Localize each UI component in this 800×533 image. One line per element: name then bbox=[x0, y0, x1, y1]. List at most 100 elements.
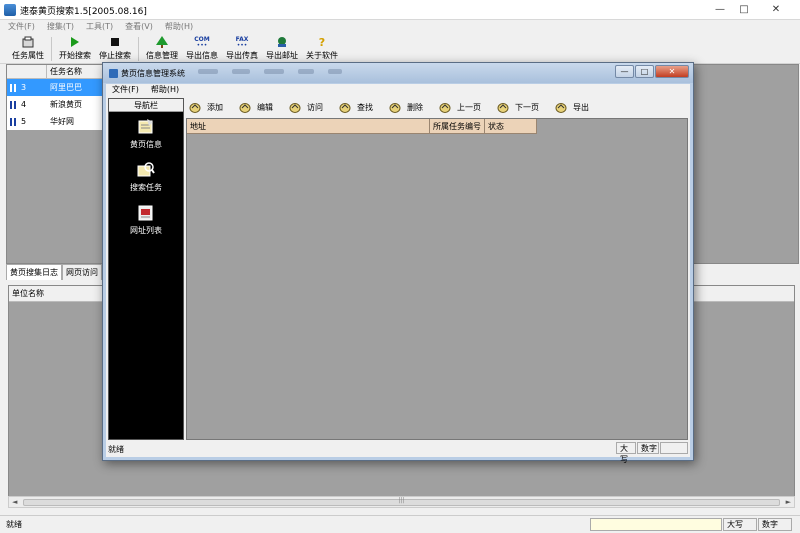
task-properties-button[interactable]: 任务属性 bbox=[8, 34, 48, 64]
status-column[interactable]: 状态 bbox=[485, 119, 537, 134]
add-button[interactable]: 添加 bbox=[188, 101, 223, 113]
dialog-minimize-button[interactable]: — bbox=[615, 65, 634, 78]
visit-icon bbox=[288, 101, 301, 113]
nav-item-search-task[interactable]: 搜索任务 bbox=[109, 161, 183, 198]
export-email-button[interactable]: 导出邮址 bbox=[262, 34, 302, 64]
minimize-button[interactable]: — bbox=[708, 0, 732, 18]
tab-web-access[interactable]: 网页访问 bbox=[62, 264, 102, 280]
yellow-pages-icon bbox=[137, 118, 155, 136]
search-task-icon bbox=[137, 161, 155, 179]
dialog-title-bar[interactable]: 黄页信息管理系统 — □ ✕ bbox=[103, 63, 693, 83]
find-icon bbox=[338, 101, 351, 113]
task-id-column[interactable]: 所属任务编号 bbox=[430, 119, 485, 134]
about-software-button[interactable]: ? 关于软件 bbox=[302, 34, 342, 64]
export-email-icon bbox=[276, 36, 288, 48]
task-table: 任务名称 3 阿里巴巴 4 新浪黄页 5 华好网 bbox=[7, 65, 105, 130]
status-panel-blank bbox=[590, 518, 722, 531]
start-search-button[interactable]: 开始搜索 bbox=[55, 34, 95, 64]
toolbar-separator bbox=[138, 37, 139, 61]
export-com-icon: COM ••• bbox=[194, 35, 210, 49]
main-window-title-bar[interactable]: 速泰黄页搜索1.5[2005.08.16] — □ ✕ bbox=[0, 0, 800, 20]
dialog-toolbar: 添加 编辑 访问 查找 删除 上一页 下一页 导出 bbox=[186, 98, 690, 116]
toolbar-separator bbox=[51, 37, 52, 61]
dialog-menu-help[interactable]: 帮助(H) bbox=[151, 84, 179, 96]
dialog-status-text: 就绪 bbox=[108, 445, 124, 454]
task-row[interactable]: 5 华好网 bbox=[7, 113, 105, 130]
pause-icon bbox=[10, 83, 16, 92]
menu-help[interactable]: 帮助(H) bbox=[165, 20, 193, 34]
edit-icon bbox=[238, 101, 251, 113]
menu-bar: 文件(F) 搜集(T) 工具(T) 查看(V) 帮助(H) bbox=[0, 20, 800, 34]
log-tab-strip: 黄页搜集日志 网页访问 bbox=[6, 264, 102, 280]
menu-tools[interactable]: 工具(T) bbox=[86, 20, 113, 34]
edit-button[interactable]: 编辑 bbox=[238, 101, 273, 113]
task-name: 阿里巴巴 bbox=[50, 83, 82, 92]
url-list-icon bbox=[137, 204, 155, 222]
scroll-right-icon[interactable]: ► bbox=[786, 498, 791, 506]
scrollbar-thumb[interactable] bbox=[23, 499, 780, 506]
blurred-title-text bbox=[198, 69, 368, 77]
tree-icon bbox=[156, 36, 168, 48]
dialog-app-icon bbox=[109, 69, 118, 78]
delete-button[interactable]: 删除 bbox=[388, 101, 423, 113]
export-button[interactable]: 导出 bbox=[554, 101, 589, 113]
export-fax-button[interactable]: FAX ••• 导出传真 bbox=[222, 34, 262, 64]
address-column[interactable]: 地址 bbox=[187, 119, 430, 134]
tab-yellow-pages-log[interactable]: 黄页搜集日志 bbox=[6, 264, 62, 280]
nav-item-yellow-pages[interactable]: 黄页信息 bbox=[109, 118, 183, 155]
stop-search-button[interactable]: 停止搜索 bbox=[95, 34, 135, 64]
dialog-close-button[interactable]: ✕ bbox=[655, 65, 689, 78]
next-page-icon bbox=[496, 101, 509, 113]
navigation-panel: 导航栏 黄页信息 搜索任务 网址列表 bbox=[108, 98, 184, 440]
task-row[interactable]: 4 新浪黄页 bbox=[7, 96, 105, 113]
info-management-dialog: 黄页信息管理系统 — □ ✕ 文件(F) 帮助(H) 导航栏 黄页信息 搜索任务… bbox=[102, 62, 694, 464]
prev-page-icon bbox=[438, 101, 451, 113]
scroll-left-icon[interactable]: ◄ bbox=[12, 498, 17, 506]
visit-button[interactable]: 访问 bbox=[288, 101, 323, 113]
nav-header: 导航栏 bbox=[109, 99, 183, 112]
window-title: 速泰黄页搜索1.5[2005.08.16] bbox=[20, 7, 147, 17]
main-toolbar: 任务属性 开始搜索 停止搜索 信息管理 COM ••• 导出信息 FAX •••… bbox=[0, 34, 800, 64]
task-name: 华好网 bbox=[50, 117, 74, 126]
export-icon bbox=[554, 101, 567, 113]
status-bar: 就绪 大写 数字 bbox=[0, 515, 800, 533]
menu-collect[interactable]: 搜集(T) bbox=[47, 20, 74, 34]
grid-header: 地址 所属任务编号 状态 bbox=[187, 119, 687, 134]
task-row[interactable]: 3 阿里巴巴 bbox=[7, 79, 105, 96]
dialog-status-bar: 就绪 大写 数字 bbox=[106, 440, 690, 464]
export-info-button[interactable]: COM ••• 导出信息 bbox=[182, 34, 222, 64]
stop-icon bbox=[111, 36, 119, 48]
menu-file[interactable]: 文件(F) bbox=[8, 20, 35, 34]
prev-page-button[interactable]: 上一页 bbox=[438, 101, 481, 113]
num-indicator: 数字 bbox=[758, 518, 792, 531]
play-icon bbox=[70, 36, 80, 48]
horizontal-scrollbar[interactable]: ◄ ► bbox=[8, 496, 795, 508]
dialog-title: 黄页信息管理系统 bbox=[121, 69, 185, 78]
status-text: 就绪 bbox=[6, 520, 22, 529]
maximize-button[interactable]: □ bbox=[732, 0, 756, 18]
url-grid[interactable]: 地址 所属任务编号 状态 bbox=[186, 118, 688, 440]
app-icon bbox=[4, 4, 16, 16]
dialog-body: 导航栏 黄页信息 搜索任务 网址列表 添加 编辑 访问 查找 删除 上一页 下一… bbox=[106, 96, 690, 440]
dialog-menu-file[interactable]: 文件(F) bbox=[112, 84, 139, 96]
nav-item-url-list[interactable]: 网址列表 bbox=[109, 204, 183, 241]
export-fax-icon: FAX ••• bbox=[235, 35, 249, 49]
caps-indicator: 大写 bbox=[723, 518, 757, 531]
help-icon: ? bbox=[318, 35, 326, 49]
add-icon bbox=[188, 101, 201, 113]
close-button[interactable]: ✕ bbox=[756, 0, 796, 18]
dialog-menu-bar: 文件(F) 帮助(H) bbox=[106, 84, 690, 96]
dialog-num-indicator: 数字 bbox=[637, 442, 659, 454]
info-management-button[interactable]: 信息管理 bbox=[142, 34, 182, 64]
menu-view[interactable]: 查看(V) bbox=[125, 20, 153, 34]
pause-icon bbox=[10, 117, 16, 126]
dialog-caps-indicator: 大写 bbox=[616, 442, 636, 464]
next-page-button[interactable]: 下一页 bbox=[496, 101, 539, 113]
task-name-column[interactable]: 任务名称 bbox=[47, 65, 105, 78]
task-name: 新浪黄页 bbox=[50, 100, 82, 109]
dialog-maximize-button[interactable]: □ bbox=[635, 65, 654, 78]
task-table-header: 任务名称 bbox=[7, 65, 105, 79]
dialog-status-panel-blank bbox=[660, 442, 688, 454]
find-button[interactable]: 查找 bbox=[338, 101, 373, 113]
pause-icon bbox=[10, 100, 16, 109]
